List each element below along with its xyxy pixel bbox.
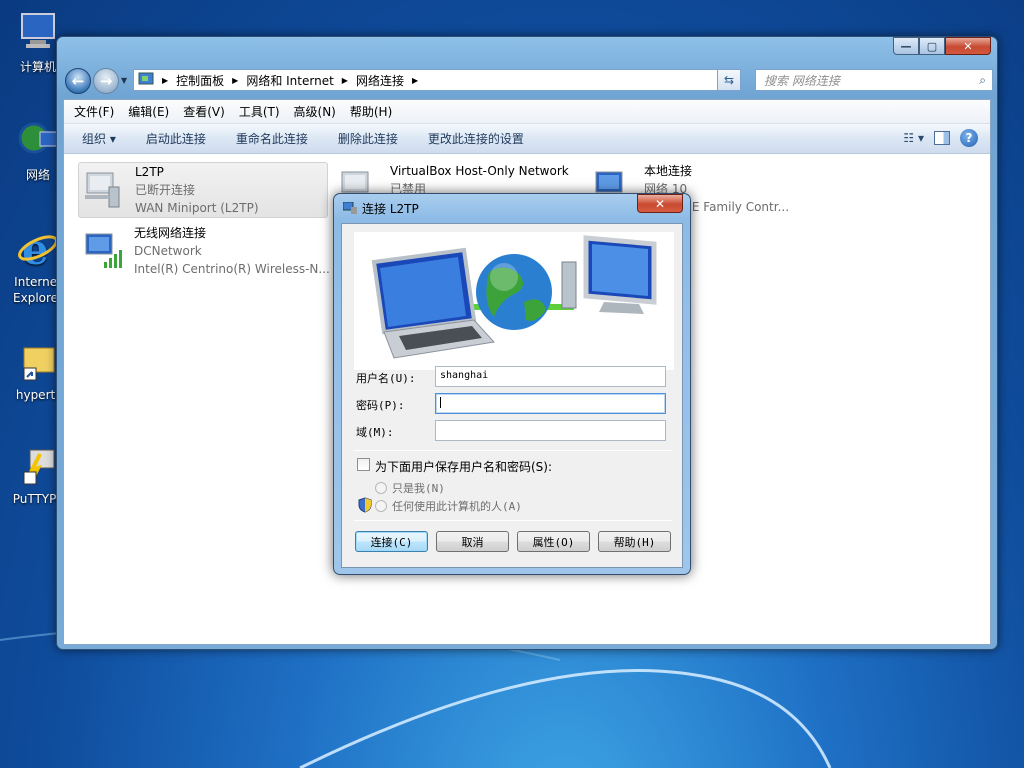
network-globe-icon: [16, 118, 60, 162]
menu-view[interactable]: 查看(V): [183, 103, 225, 120]
radio-anyone[interactable]: [375, 500, 387, 512]
change-view-icon[interactable]: ☷ ▾: [903, 131, 924, 145]
domain-field[interactable]: [435, 420, 666, 441]
close-button[interactable]: ✕: [945, 37, 991, 55]
connect-dialog: 连接 L2TP ✕ 用户名(U): shanghai 密码(P): 域(M): …: [333, 193, 691, 575]
change-settings-button[interactable]: 更改此连接的设置: [428, 130, 524, 147]
connection-name: VirtualBox Host-Only Network: [390, 164, 569, 178]
breadcrumb-network-connections[interactable]: 网络连接: [356, 72, 404, 89]
svg-text:e: e: [22, 226, 49, 270]
connection-item-wireless[interactable]: 无线网络连接 DCNetwork Intel(R) Centrino(R) Wi…: [78, 224, 338, 280]
domain-label: 域(M):: [356, 426, 394, 439]
menu-help[interactable]: 帮助(H): [350, 103, 392, 120]
minimize-button[interactable]: —: [893, 37, 919, 55]
connection-item-l2tp[interactable]: L2TP 已断开连接 WAN Miniport (L2TP): [78, 162, 328, 218]
menu-advanced[interactable]: 高级(N): [294, 103, 336, 120]
radio-only-me[interactable]: [375, 482, 387, 494]
connection-device: WAN Miniport (L2TP): [135, 201, 259, 215]
connection-status: 已断开连接: [135, 183, 196, 197]
separator: [354, 450, 672, 451]
vpn-connection-icon: [83, 169, 123, 209]
preview-pane-icon[interactable]: [934, 131, 950, 145]
breadcrumb-arrow[interactable]: ▶: [342, 76, 348, 85]
connection-name: L2TP: [135, 165, 164, 179]
password-field[interactable]: [435, 393, 666, 414]
control-panel-icon: [138, 71, 154, 90]
text-cursor: [440, 397, 441, 408]
dialog-body: 用户名(U): shanghai 密码(P): 域(M): 为下面用户保存用户名…: [341, 223, 683, 568]
start-connection-button[interactable]: 启动此连接: [146, 130, 206, 147]
separator: [354, 520, 672, 521]
search-placeholder: 搜索 网络连接: [764, 73, 840, 88]
menu-edit[interactable]: 编辑(E): [128, 103, 169, 120]
connection-name: 本地连接: [644, 164, 693, 178]
hyperterminal-icon: [16, 340, 60, 384]
cancel-button[interactable]: 取消: [436, 531, 509, 552]
password-label: 密码(P):: [356, 399, 405, 412]
save-credentials-checkbox[interactable]: [357, 458, 370, 471]
radio-only-me-label: 只是我(N): [392, 482, 445, 495]
view-tools: ☷ ▾ ?: [903, 129, 978, 147]
username-label: 用户名(U):: [356, 372, 416, 385]
wireless-connection-icon: [82, 230, 122, 270]
back-button[interactable]: ←: [65, 68, 91, 94]
search-icon[interactable]: ⌕: [979, 73, 986, 88]
breadcrumb-control-panel[interactable]: 控制面板: [176, 72, 224, 89]
menu-tools[interactable]: 工具(T): [239, 103, 280, 120]
navigation-bar: ← → ▼ ▶ 控制面板 ▶ 网络和 Internet ▶ 网络连接 ▶ ▼ ⇆…: [65, 67, 993, 94]
dialog-close-button[interactable]: ✕: [637, 194, 683, 213]
breadcrumb-arrow[interactable]: ▶: [162, 76, 168, 85]
help-button[interactable]: 帮助(H): [598, 531, 671, 552]
command-bar: 组织 ▾ 启动此连接 重命名此连接 删除此连接 更改此连接的设置 ☷ ▾ ?: [64, 124, 990, 154]
connection-device: Intel(R) Centrino(R) Wireless-N...: [134, 262, 330, 276]
caption-buttons: — ▢ ✕: [893, 37, 991, 55]
delete-connection-button[interactable]: 删除此连接: [338, 130, 398, 147]
dialog-title-icon: [342, 201, 357, 214]
breadcrumb-network-internet[interactable]: 网络和 Internet: [246, 72, 333, 89]
dialog-title: 连接 L2TP: [362, 202, 419, 216]
connection-name: 无线网络连接: [134, 226, 207, 240]
connection-status: DCNetwork: [134, 244, 202, 258]
help-icon[interactable]: ?: [960, 129, 978, 147]
recent-pages-dropdown[interactable]: ▼: [121, 76, 127, 85]
save-credentials-label: 为下面用户保存用户名和密码(S):: [375, 460, 553, 474]
internet-explorer-icon: e: [16, 225, 60, 274]
organize-button[interactable]: 组织 ▾: [82, 130, 116, 147]
address-bar[interactable]: ▶ 控制面板 ▶ 网络和 Internet ▶ 网络连接 ▶ ▼: [133, 69, 741, 91]
search-input[interactable]: 搜索 网络连接 ⌕: [755, 69, 993, 91]
refresh-button[interactable]: ⇆: [717, 69, 741, 91]
putty-icon: [16, 444, 60, 488]
forward-button[interactable]: →: [93, 68, 119, 94]
maximize-button[interactable]: ▢: [919, 37, 945, 55]
menu-file[interactable]: 文件(F): [74, 103, 114, 120]
uac-shield-icon: [358, 497, 372, 516]
rename-connection-button[interactable]: 重命名此连接: [236, 130, 308, 147]
breadcrumb-arrow[interactable]: ▶: [232, 76, 238, 85]
connect-button[interactable]: 连接(C): [355, 531, 428, 552]
connection-banner: [354, 232, 674, 370]
computer-icon: [16, 10, 60, 54]
properties-button[interactable]: 属性(O): [517, 531, 590, 552]
username-field[interactable]: shanghai: [435, 366, 666, 387]
radio-anyone-label: 任何使用此计算机的人(A): [392, 500, 522, 513]
breadcrumb-arrow[interactable]: ▶: [412, 76, 418, 85]
laptop-globe-computer-illustration: [371, 235, 657, 359]
menu-bar: 文件(F) 编辑(E) 查看(V) 工具(T) 高级(N) 帮助(H): [64, 100, 990, 124]
